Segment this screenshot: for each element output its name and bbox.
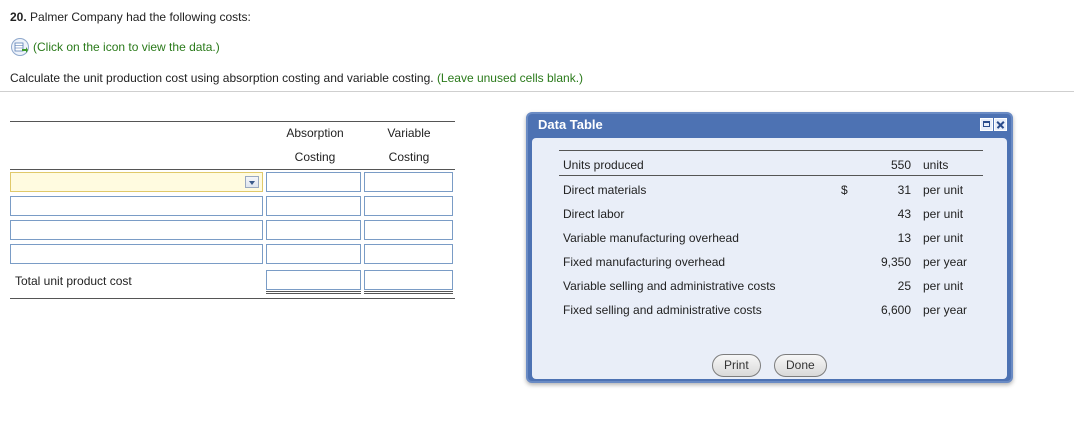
variable-total-input[interactable] bbox=[364, 270, 453, 290]
view-data-link[interactable]: (Click on the icon to view the data.) bbox=[10, 38, 220, 56]
header-variable: Variable bbox=[387, 126, 431, 140]
absorption-total-input[interactable] bbox=[266, 270, 361, 290]
data-row-value: 13 bbox=[897, 231, 911, 245]
question-title: 20. Palmer Company had the following cos… bbox=[10, 10, 251, 24]
data-row-value: 550 bbox=[890, 158, 911, 172]
header-absorption: Absorption bbox=[286, 126, 344, 140]
done-button[interactable]: Done bbox=[774, 354, 827, 377]
data-row-label: Variable selling and administrative cost… bbox=[563, 279, 776, 293]
cost-item-field[interactable] bbox=[10, 244, 263, 264]
currency-symbol: $ bbox=[841, 183, 848, 197]
data-row: Fixed selling and administrative costs 6… bbox=[563, 303, 983, 319]
variable-input[interactable] bbox=[364, 172, 453, 192]
data-row: Variable selling and administrative cost… bbox=[563, 279, 983, 295]
absorption-input[interactable] bbox=[266, 244, 361, 264]
data-row-value: 9,350 bbox=[880, 255, 911, 269]
divider bbox=[0, 91, 1074, 92]
data-table-window: Data Table Units produced 550 units Dire… bbox=[526, 112, 1013, 383]
data-table-body: Units produced 550 units Direct material… bbox=[532, 138, 1007, 379]
cost-item-field[interactable] bbox=[10, 220, 263, 240]
instruction-hint: (Leave unused cells blank.) bbox=[436, 71, 584, 85]
data-row: Direct labor 43 per unit bbox=[563, 207, 983, 223]
data-row-unit: units bbox=[923, 158, 949, 172]
instruction-text: Calculate the unit production cost using… bbox=[10, 71, 434, 85]
absorption-input[interactable] bbox=[266, 172, 361, 192]
data-row-unit: per unit bbox=[923, 207, 964, 221]
data-table-top-rule bbox=[559, 150, 983, 151]
cost-item-dropdown[interactable] bbox=[10, 172, 263, 192]
data-table-header-rule bbox=[559, 175, 983, 176]
answer-table-bottom-rule bbox=[10, 298, 455, 299]
question-text: Palmer Company had the following costs: bbox=[30, 10, 251, 24]
header-absorption-costing: Costing bbox=[294, 150, 336, 164]
data-table-title: Data Table bbox=[538, 117, 603, 132]
close-icon[interactable] bbox=[994, 118, 1007, 131]
spreadsheet-arrow-icon[interactable] bbox=[10, 38, 30, 56]
data-row-unit: per year bbox=[923, 255, 968, 269]
view-data-link-text[interactable]: (Click on the icon to view the data.) bbox=[33, 40, 220, 54]
chevron-down-icon[interactable] bbox=[245, 176, 259, 188]
data-row: Fixed manufacturing overhead 9,350 per y… bbox=[563, 255, 983, 271]
maximize-icon[interactable] bbox=[980, 118, 993, 131]
double-underline bbox=[266, 291, 361, 294]
data-row-label: Fixed manufacturing overhead bbox=[563, 255, 726, 269]
question-number: 20. bbox=[10, 10, 27, 24]
total-unit-product-cost-label: Total unit product cost bbox=[15, 274, 132, 288]
data-row-label: Fixed selling and administrative costs bbox=[563, 303, 762, 317]
data-row: Variable manufacturing overhead 13 per u… bbox=[563, 231, 983, 247]
variable-input[interactable] bbox=[364, 220, 453, 240]
print-button[interactable]: Print bbox=[712, 354, 761, 377]
absorption-input[interactable] bbox=[266, 220, 361, 240]
data-row-label: Direct materials bbox=[563, 183, 647, 197]
data-row-label: Units produced bbox=[563, 158, 644, 172]
variable-input[interactable] bbox=[364, 244, 453, 264]
header-variable-costing: Costing bbox=[388, 150, 430, 164]
data-row: Direct materials $ 31 per unit bbox=[563, 183, 983, 199]
data-row-value: 43 bbox=[897, 207, 911, 221]
instruction: Calculate the unit production cost using… bbox=[10, 71, 583, 85]
answer-table-header-rule bbox=[10, 169, 455, 170]
data-row-value: 31 bbox=[897, 183, 911, 197]
window-controls bbox=[980, 118, 1007, 131]
data-row-label: Variable manufacturing overhead bbox=[563, 231, 739, 245]
double-underline bbox=[364, 291, 453, 294]
data-row-unit: per unit bbox=[923, 279, 964, 293]
data-row-label: Direct labor bbox=[563, 207, 625, 221]
data-row-unit: per unit bbox=[923, 183, 964, 197]
data-row: Units produced 550 units bbox=[563, 158, 983, 174]
cost-item-field[interactable] bbox=[10, 196, 263, 216]
data-row-unit: per unit bbox=[923, 231, 964, 245]
absorption-input[interactable] bbox=[266, 196, 361, 216]
answer-table-top-rule bbox=[10, 121, 455, 122]
data-row-value: 6,600 bbox=[880, 303, 911, 317]
data-row-value: 25 bbox=[897, 279, 911, 293]
data-row-unit: per year bbox=[923, 303, 968, 317]
variable-input[interactable] bbox=[364, 196, 453, 216]
